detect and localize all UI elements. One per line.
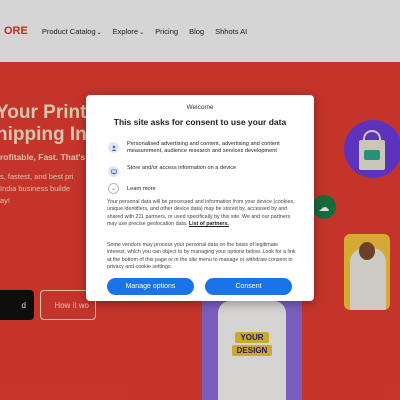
list-of-partners-link[interactable]: List of partners. (189, 221, 229, 227)
purpose-text: Personalised advertising and content, ad… (127, 141, 280, 154)
purpose-personalised-ads: Personalised advertising and content, ad… (108, 141, 297, 155)
manage-options-button[interactable]: Manage options (107, 278, 194, 295)
consent-dialog: Welcome This site asks for consent to us… (86, 95, 314, 301)
purpose-device-storage: Store and/or access information on a dev… (108, 165, 297, 177)
consent-button[interactable]: Consent (205, 278, 292, 295)
dialog-brand: Welcome (186, 104, 214, 111)
learn-more-label: Learn more (127, 185, 156, 192)
chevron-down-icon: ⌄ (108, 183, 119, 194)
device-icon (108, 166, 119, 177)
learn-more-toggle[interactable]: ⌄ Learn more (108, 183, 156, 194)
consent-description: Your personal data will be processed and… (107, 199, 295, 227)
person-icon (108, 142, 119, 153)
dialog-title: This site asks for consent to use your d… (113, 117, 287, 127)
legitimate-interest-description: Some vendors may process your personal d… (107, 242, 296, 270)
purpose-text: Store and/or access information on a dev… (127, 165, 237, 171)
